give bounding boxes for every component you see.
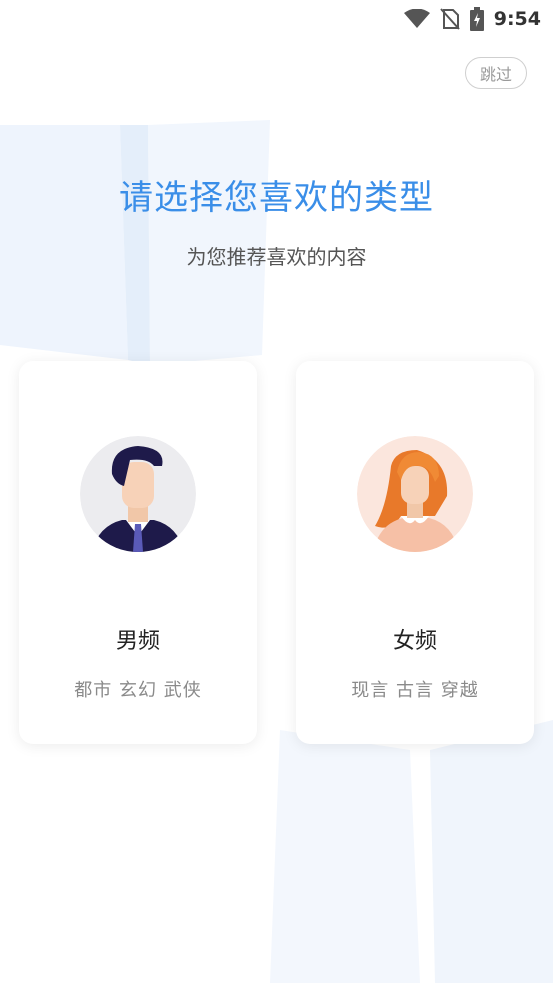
female-category-tags: 现言 古言 穿越: [351, 680, 479, 701]
no-sim-icon: [439, 8, 460, 30]
male-avatar-icon: [80, 436, 196, 552]
page-subtitle: 为您推荐喜欢的内容: [186, 245, 367, 269]
status-time: 9:54: [493, 8, 541, 30]
status-bar: 9:54: [0, 0, 553, 38]
page-title: 请选择您喜欢的类型: [119, 178, 434, 218]
wifi-icon: [403, 9, 430, 29]
battery-charging-icon: [469, 7, 484, 31]
skip-button[interactable]: 跳过: [465, 57, 527, 89]
female-category-card[interactable]: 女频 现言 古言 穿越: [296, 361, 534, 744]
female-avatar-icon: [357, 436, 473, 552]
female-category-label: 女频: [392, 629, 437, 654]
male-category-tags: 都市 玄幻 武侠: [74, 680, 202, 701]
male-category-label: 男频: [115, 629, 160, 654]
male-category-card[interactable]: 男频 都市 玄幻 武侠: [19, 361, 257, 744]
